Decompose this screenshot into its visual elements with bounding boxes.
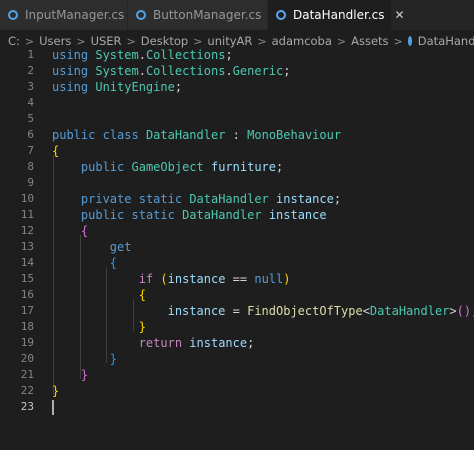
line-number: 21 <box>20 368 34 381</box>
code-text: { <box>80 224 89 238</box>
line-number: 4 <box>27 96 34 109</box>
code-line: 1 using System.Collections; <box>0 47 474 63</box>
breadcrumb-item-file[interactable]: DataHandler.cs <box>418 34 474 48</box>
code-text: } <box>138 320 146 334</box>
line-number: 1 <box>27 48 34 61</box>
tab-buttonmanager[interactable]: ButtonManager.cs <box>128 0 268 30</box>
breadcrumb-item-users[interactable]: Users <box>39 34 71 48</box>
code-text: } <box>52 384 60 398</box>
code-text: private static DataHandler instance; <box>80 192 342 206</box>
csharp-file-icon <box>276 10 286 20</box>
csharp-file-icon <box>136 10 146 20</box>
code-line: 6 public class DataHandler : MonoBehavio… <box>0 127 474 143</box>
code-line: 4 <box>0 95 474 111</box>
chevron-right-icon: > <box>393 34 403 48</box>
chevron-right-icon: > <box>76 34 86 48</box>
breadcrumb-item-user[interactable]: USER <box>91 34 122 48</box>
text-cursor <box>52 400 54 415</box>
close-icon[interactable]: ✕ <box>394 8 404 22</box>
code-text: } <box>109 352 118 366</box>
code-text: { <box>109 256 118 270</box>
line-number: 8 <box>27 160 34 173</box>
chevron-right-icon: > <box>336 34 347 48</box>
code-line: 8 public GameObject furniture; <box>0 159 474 175</box>
line-number: 7 <box>27 144 34 157</box>
line-number: 3 <box>27 80 34 93</box>
code-text: } <box>80 368 89 382</box>
code-text: public static DataHandler instance <box>80 208 327 222</box>
code-line: 10 private static DataHandler instance; <box>0 191 474 207</box>
tab-datahandler[interactable]: DataHandler.cs ✕ <box>268 0 405 30</box>
line-number: 10 <box>20 192 34 205</box>
breadcrumb-item-adamcoba[interactable]: adamcoba <box>272 34 332 48</box>
code-line: 14 { <box>0 255 474 271</box>
breadcrumb-item-assets[interactable]: Assets <box>351 34 388 48</box>
line-number: 20 <box>20 352 34 365</box>
tab-inputmanager[interactable]: InputManager.cs <box>0 0 128 30</box>
line-number: 16 <box>20 288 34 301</box>
tab-label: ButtonManager.cs <box>153 8 262 22</box>
chevron-right-icon: > <box>193 34 203 48</box>
editor-tab-bar: InputManager.cs ButtonManager.cs DataHan… <box>0 0 474 30</box>
code-text: if (instance == null) <box>138 272 291 286</box>
code-text: { <box>138 288 146 302</box>
code-line: 11 public static DataHandler instance <box>0 207 474 223</box>
code-line: 12 { <box>0 223 474 239</box>
code-line: 22 } <box>0 383 474 399</box>
code-line: 16 { <box>0 287 474 303</box>
code-line: 18 } <box>0 319 474 335</box>
code-text: using UnityEngine; <box>52 80 183 94</box>
chevron-right-icon: > <box>24 34 35 48</box>
line-number: 15 <box>20 272 34 285</box>
code-text: { <box>52 144 60 158</box>
csharp-file-icon <box>8 10 18 20</box>
code-editor[interactable]: 1 using System.Collections; 2 using Syst… <box>0 47 474 450</box>
code-line: 13 get <box>0 239 474 255</box>
code-text: instance = FindObjectOfType<DataHandler>… <box>167 304 474 318</box>
line-number: 19 <box>20 336 34 349</box>
chevron-right-icon: > <box>126 34 136 48</box>
code-line: 3 using UnityEngine; <box>0 79 474 95</box>
code-line: 9 <box>0 175 474 191</box>
line-number: 13 <box>20 240 34 253</box>
code-text: get <box>109 240 132 254</box>
line-number: 14 <box>20 256 34 269</box>
code-line: 17 instance = FindObjectOfType<DataHandl… <box>0 303 474 319</box>
code-line: 21 } <box>0 367 474 383</box>
code-line: 19 return instance; <box>0 335 474 351</box>
code-text: public class DataHandler : MonoBehaviour <box>52 128 342 142</box>
tab-label: DataHandler.cs <box>293 8 385 22</box>
code-text: using System.Collections; <box>52 48 233 62</box>
code-line: 7 { <box>0 143 474 159</box>
code-line-current: 23 <box>0 399 474 415</box>
tab-label: InputManager.cs <box>25 8 125 22</box>
csharp-file-icon <box>407 36 412 46</box>
line-number: 11 <box>20 208 34 221</box>
breadcrumb-item-unityar[interactable]: unityAR <box>207 34 252 48</box>
line-number: 12 <box>20 224 34 237</box>
code-text: return instance; <box>138 336 255 350</box>
chevron-right-icon: > <box>257 34 267 48</box>
code-line: 5 <box>0 111 474 127</box>
code-line: 20 } <box>0 351 474 367</box>
line-number: 23 <box>20 400 34 413</box>
line-number: 18 <box>20 320 34 333</box>
line-number: 5 <box>27 112 34 125</box>
code-text: public GameObject furniture; <box>80 160 284 174</box>
breadcrumb-item-desktop[interactable]: Desktop <box>141 34 188 48</box>
code-text: using System.Collections.Generic; <box>52 64 291 78</box>
breadcrumb-item-drive[interactable]: C: <box>8 34 20 48</box>
line-number: 17 <box>20 304 34 317</box>
line-number: 22 <box>20 384 34 397</box>
code-line: 15 if (instance == null) <box>0 271 474 287</box>
line-number: 2 <box>27 64 34 77</box>
code-line: 2 using System.Collections.Generic; <box>0 63 474 79</box>
line-number: 9 <box>27 176 34 189</box>
line-number: 6 <box>27 128 34 141</box>
